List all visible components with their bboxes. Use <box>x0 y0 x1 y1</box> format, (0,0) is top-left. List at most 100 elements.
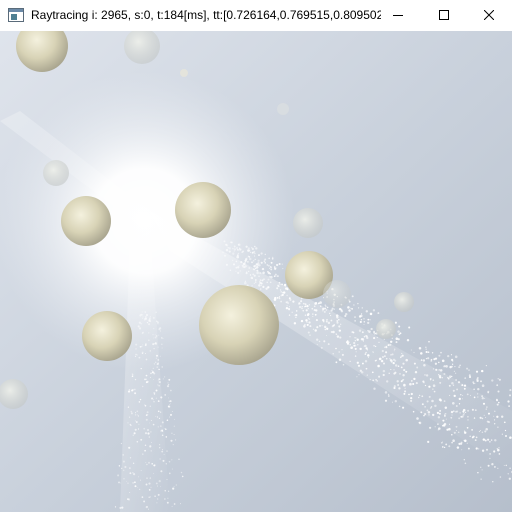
sphere <box>394 292 414 312</box>
close-button[interactable] <box>466 0 512 31</box>
particle <box>484 397 486 399</box>
particle <box>306 321 308 323</box>
particle <box>142 385 144 388</box>
particle <box>364 359 368 363</box>
particle <box>477 396 479 398</box>
particle <box>499 476 502 478</box>
particle <box>357 307 360 309</box>
particle <box>132 389 134 391</box>
particle <box>152 423 155 426</box>
particle <box>485 448 489 451</box>
particle <box>294 314 296 316</box>
particle <box>127 390 131 393</box>
particle <box>325 309 327 311</box>
particle <box>481 431 484 434</box>
particle <box>381 355 385 359</box>
particle <box>425 350 428 354</box>
particle <box>435 368 438 371</box>
particle <box>146 463 148 466</box>
particle <box>359 347 362 350</box>
particle <box>133 388 136 391</box>
particle <box>378 357 382 361</box>
particle <box>373 337 376 340</box>
particle <box>481 397 484 400</box>
particle <box>447 354 450 358</box>
particle <box>167 419 169 421</box>
render-viewport[interactable] <box>0 31 512 512</box>
particle <box>403 383 406 387</box>
particle <box>496 403 499 406</box>
particle <box>351 295 354 298</box>
particle <box>155 397 157 399</box>
particle <box>138 476 140 478</box>
particle <box>427 410 431 414</box>
particle <box>424 384 427 387</box>
particle <box>508 477 511 480</box>
particle <box>153 378 155 380</box>
title-bar[interactable]: Raytracing i: 2965, s:0, t:184[ms], tt:[… <box>0 0 512 31</box>
particle <box>398 325 401 328</box>
particle <box>328 312 331 315</box>
particle <box>468 369 470 371</box>
particle <box>409 382 412 386</box>
particle <box>295 316 297 319</box>
particle <box>158 378 161 381</box>
particle <box>143 427 146 430</box>
maximize-button[interactable] <box>421 0 467 31</box>
particle <box>140 470 142 472</box>
particle <box>464 377 467 379</box>
particle <box>167 497 169 499</box>
particle <box>396 380 399 383</box>
particle <box>276 297 279 299</box>
particle <box>164 498 166 500</box>
maximize-icon <box>439 7 449 25</box>
particle <box>431 413 435 417</box>
particle <box>373 344 375 347</box>
particle <box>429 378 432 380</box>
particle <box>322 307 325 311</box>
sphere <box>376 319 396 339</box>
particle <box>156 416 159 418</box>
particle <box>438 361 440 364</box>
particle <box>334 323 336 326</box>
particle <box>373 387 376 390</box>
particle <box>153 393 156 395</box>
particle <box>302 302 305 305</box>
particle <box>132 434 134 436</box>
particle <box>161 421 164 424</box>
particle <box>481 469 483 471</box>
particle <box>357 302 359 305</box>
particle <box>350 307 352 309</box>
particle <box>401 352 403 355</box>
particle <box>171 505 173 507</box>
particle <box>423 382 425 384</box>
particle <box>346 341 349 344</box>
particle <box>403 369 406 372</box>
particle <box>454 372 457 374</box>
particle <box>298 303 300 305</box>
particle <box>135 421 138 423</box>
particle <box>159 458 161 460</box>
particle <box>341 349 343 351</box>
particle <box>493 450 496 453</box>
particle <box>159 447 161 449</box>
particle <box>144 449 146 452</box>
particle <box>428 395 431 398</box>
particle <box>130 410 133 413</box>
particle <box>142 453 144 455</box>
particle <box>474 439 477 441</box>
particle <box>475 370 479 373</box>
particle <box>404 390 407 393</box>
particle <box>450 354 453 356</box>
particle <box>454 355 458 359</box>
particle <box>168 416 170 418</box>
particle <box>400 366 403 369</box>
particle <box>509 394 511 397</box>
particle <box>436 411 440 415</box>
particle <box>114 506 117 508</box>
particle <box>487 438 490 441</box>
particle <box>287 302 289 304</box>
particle <box>432 368 435 370</box>
particle <box>306 323 309 326</box>
minimize-button[interactable] <box>375 0 421 31</box>
